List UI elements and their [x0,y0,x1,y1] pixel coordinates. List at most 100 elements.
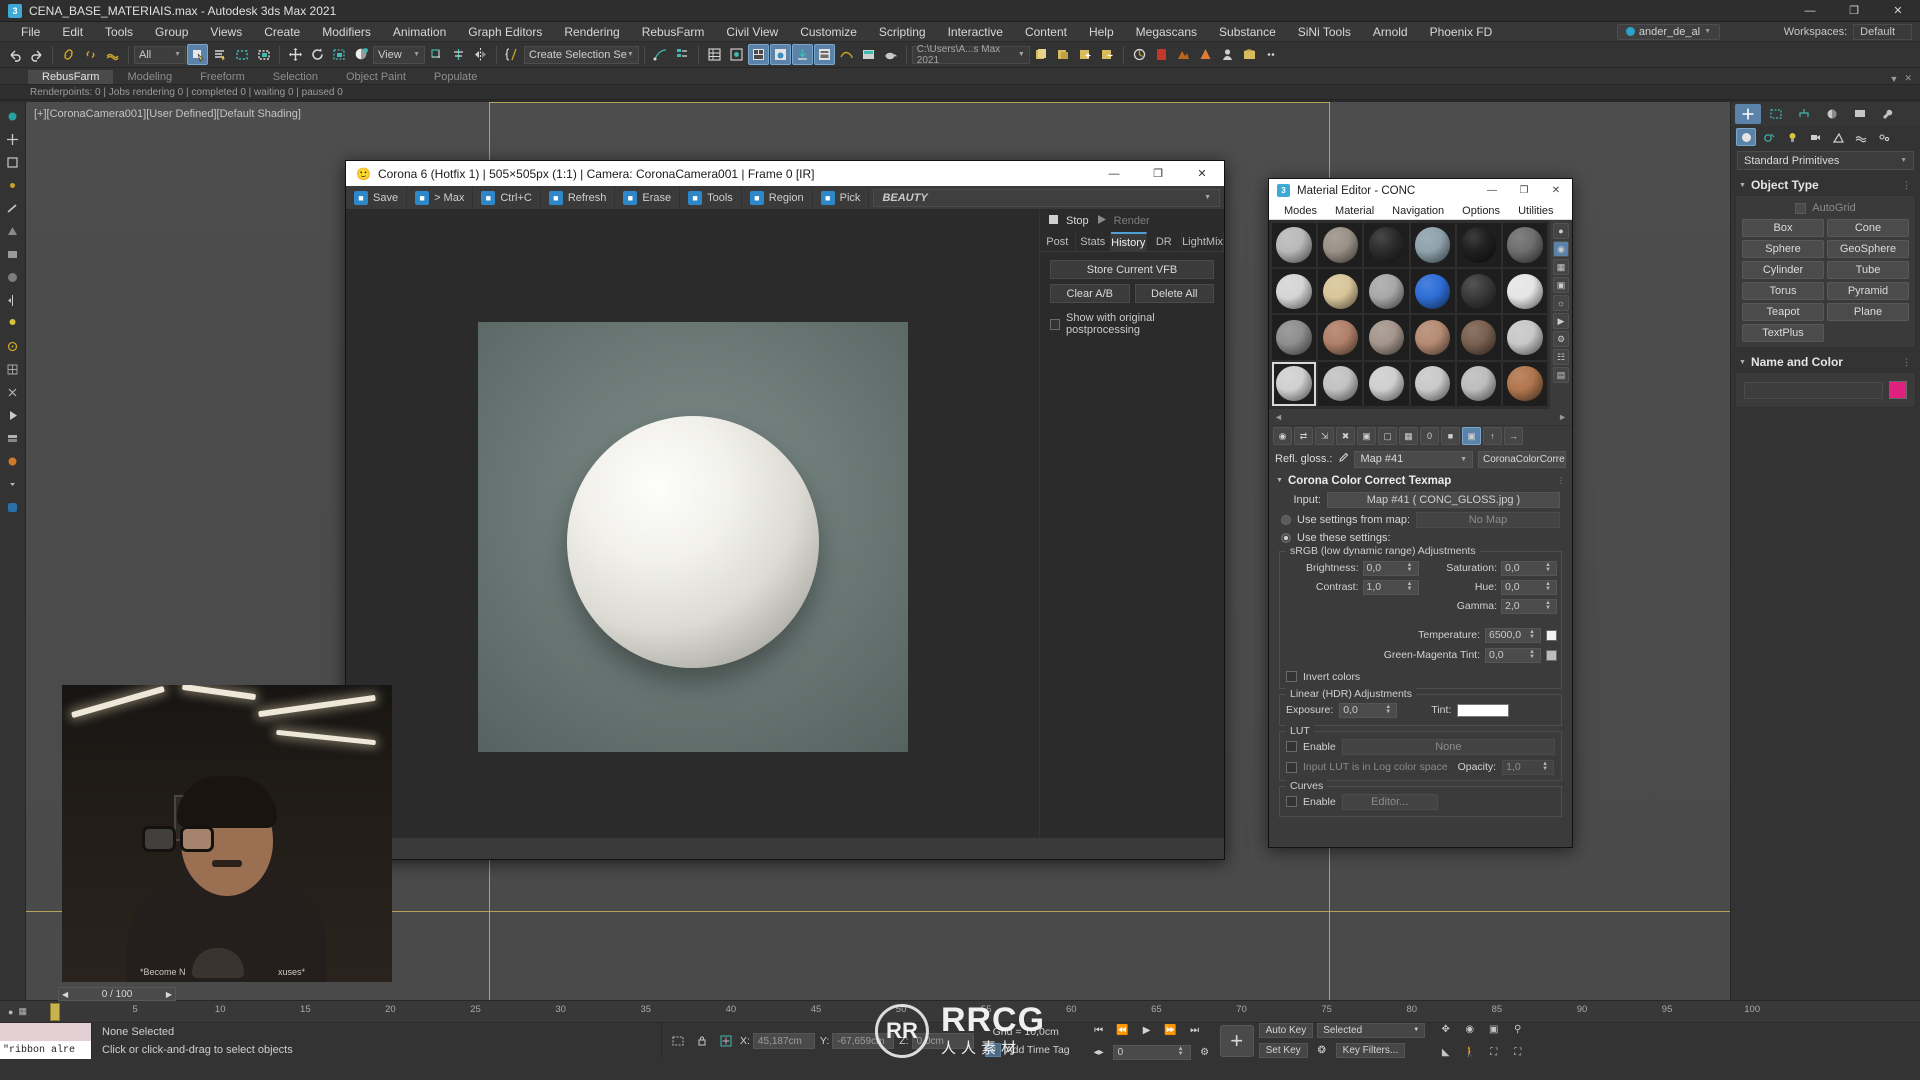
green-magenta-input[interactable]: 0,0 ▲ ▼ [1485,647,1541,663]
vfb-erase-button[interactable]: ■ Erase [615,185,681,210]
delete-all-button[interactable]: Delete All [1134,284,1214,303]
primitive-category-select[interactable]: Standard Primitives ▼ [1737,151,1914,170]
rail-gizmo-icon[interactable] [3,106,23,126]
cameras-icon[interactable] [1805,128,1825,146]
slot-nav-right-icon[interactable]: ► [1558,412,1567,422]
vfb-tab-post[interactable]: Post [1040,232,1076,251]
menu-item-file[interactable]: File [10,22,51,42]
use-these-settings-row[interactable]: Use these settings: [1273,530,1568,546]
absolute-relative-transform-icon[interactable] [716,1032,735,1051]
material-slot[interactable] [1456,315,1501,360]
go-to-end-icon[interactable]: ⏭ [1185,1021,1205,1039]
object-type-geosphere[interactable]: GeoSphere [1827,240,1909,258]
ribbon-tab-populate[interactable]: Populate [420,70,491,84]
material-slot[interactable] [1410,269,1455,314]
vfb-maximize-button[interactable]: ❐ [1136,161,1180,186]
slot-video-color-check-icon[interactable]: ☼ [1553,295,1569,311]
make-material-copy-icon[interactable]: ▣ [1357,427,1376,446]
tab-hierarchy[interactable] [1791,104,1817,124]
curves-enable-row[interactable]: Enable Editor... [1284,793,1557,811]
show-shaded-material-in-viewport-icon[interactable]: ■ [1441,427,1460,446]
material-slot[interactable] [1456,361,1501,406]
select-and-move-icon[interactable] [285,44,306,65]
timeline-filter-icon[interactable]: ▦ [18,1006,27,1017]
set-key-mode-icon[interactable]: ❂ [1312,1042,1332,1060]
autogrid-row[interactable]: AutoGrid [1742,201,1909,219]
named-selection-sets-icon[interactable] [502,44,523,65]
hue-spinner[interactable]: ▲ ▼ [1543,581,1553,592]
material-slot[interactable] [1364,315,1409,360]
named-selection-set-field[interactable]: Create Selection Se ▼ [524,45,639,64]
teapot-preview-icon[interactable] [880,44,901,65]
material-slot[interactable] [1318,269,1363,314]
clear-ab-button[interactable]: Clear A/B [1050,284,1130,303]
vfb-close-button[interactable]: ✕ [1180,161,1224,186]
use-these-settings-radio[interactable] [1281,532,1291,543]
rail-light-icon[interactable] [3,313,23,333]
lut-opacity-input[interactable]: 1,0 ▲ ▼ [1502,759,1555,775]
rail-move-icon[interactable] [3,129,23,149]
selection-lock-region-icon[interactable] [668,1032,687,1051]
menu-item-views[interactable]: Views [199,22,253,42]
viewport-label[interactable]: [+][CoronaCamera001][User Defined][Defau… [34,108,301,120]
unlink-selection-icon[interactable] [80,44,101,65]
lut-enable-checkbox[interactable] [1286,741,1297,753]
saturation-spinner[interactable]: ▲ ▼ [1543,562,1553,573]
vfb-ctrl-c-button[interactable]: ■ Ctrl+C [473,185,541,210]
material-slot[interactable] [1502,315,1548,360]
substance-icon[interactable] [1151,44,1172,65]
render-in-cloud-icon[interactable] [813,44,835,65]
material-slot[interactable] [1272,361,1317,406]
vfb-tab-lightmix[interactable]: LightMix [1182,232,1225,251]
temperature-spinner[interactable]: ▲ ▼ [1527,629,1537,640]
material-slot[interactable] [1410,361,1455,406]
timeline-playhead[interactable] [50,1002,60,1021]
lut-enable-row[interactable]: Enable None [1284,738,1557,756]
select-object-icon[interactable] [187,44,208,65]
input-map-field[interactable]: Map #41 ( CONC_GLOSS.jpg ) [1327,491,1560,508]
rail-scene-icon[interactable] [3,497,23,517]
lut-file-field[interactable]: None [1341,738,1555,755]
object-type-tube[interactable]: Tube [1827,261,1909,279]
rail-vertex-icon[interactable] [3,175,23,195]
undo-icon[interactable] [4,44,25,65]
object-type-sphere[interactable]: Sphere [1742,240,1824,258]
contrast-input[interactable]: 1,0 ▲ ▼ [1362,579,1419,595]
refl-gloss-type-field[interactable]: CoronaColorCorre [1478,450,1566,468]
menu-item-rendering[interactable]: Rendering [553,22,630,42]
stop-icon[interactable] [1048,214,1059,228]
lights-icon[interactable] [1782,128,1802,146]
object-type-torus[interactable]: Torus [1742,282,1824,300]
rail-edge-icon[interactable] [3,198,23,218]
workspace-select[interactable]: Default [1853,23,1912,40]
ribbon-tab-freeform[interactable]: Freeform [186,70,259,84]
saturation-input[interactable]: 0,0 ▲ ▼ [1501,560,1557,576]
object-type-cylinder[interactable]: Cylinder [1742,261,1824,279]
use-pivot-point-center-icon[interactable] [426,44,447,65]
menu-item-tools[interactable]: Tools [94,22,144,42]
vfb--max-button[interactable]: ■ > Max [407,185,474,210]
go-to-parent-icon[interactable]: ↑ [1483,427,1502,446]
rail-poly-icon[interactable] [3,244,23,264]
ribbon-minimize-icon[interactable]: ▼ [1890,74,1899,84]
add-key-button[interactable]: + [1219,1025,1254,1057]
megascans-icon[interactable] [1173,44,1194,65]
vfb-refresh-button[interactable]: ■ Refresh [541,185,616,210]
vfb-minimize-button[interactable]: — [1092,161,1136,186]
close-button[interactable]: ✕ [1876,0,1920,22]
lut-log-row[interactable]: Input LUT is in Log color space Opacity:… [1284,756,1557,775]
rail-mirror-icon[interactable] [3,290,23,310]
me-maximize-button[interactable]: ❐ [1508,179,1540,202]
menu-item-customize[interactable]: Customize [789,22,868,42]
open-autodesk-app-store-icon[interactable] [836,44,857,65]
hue-input[interactable]: 0,0 ▲ ▼ [1501,579,1557,595]
tab-create[interactable] [1735,104,1761,124]
temperature-color-swatch[interactable] [1546,629,1557,641]
material-slot[interactable] [1502,223,1548,268]
menu-item-group[interactable]: Group [144,22,199,42]
vfb-tab-stats[interactable]: Stats [1076,232,1112,251]
temperature-input[interactable]: 6500,0 ▲ ▼ [1485,627,1541,643]
redo-icon[interactable] [26,44,47,65]
menu-item-modifiers[interactable]: Modifiers [311,22,382,42]
store-current-vfb-button[interactable]: Store Current VFB [1050,260,1214,279]
